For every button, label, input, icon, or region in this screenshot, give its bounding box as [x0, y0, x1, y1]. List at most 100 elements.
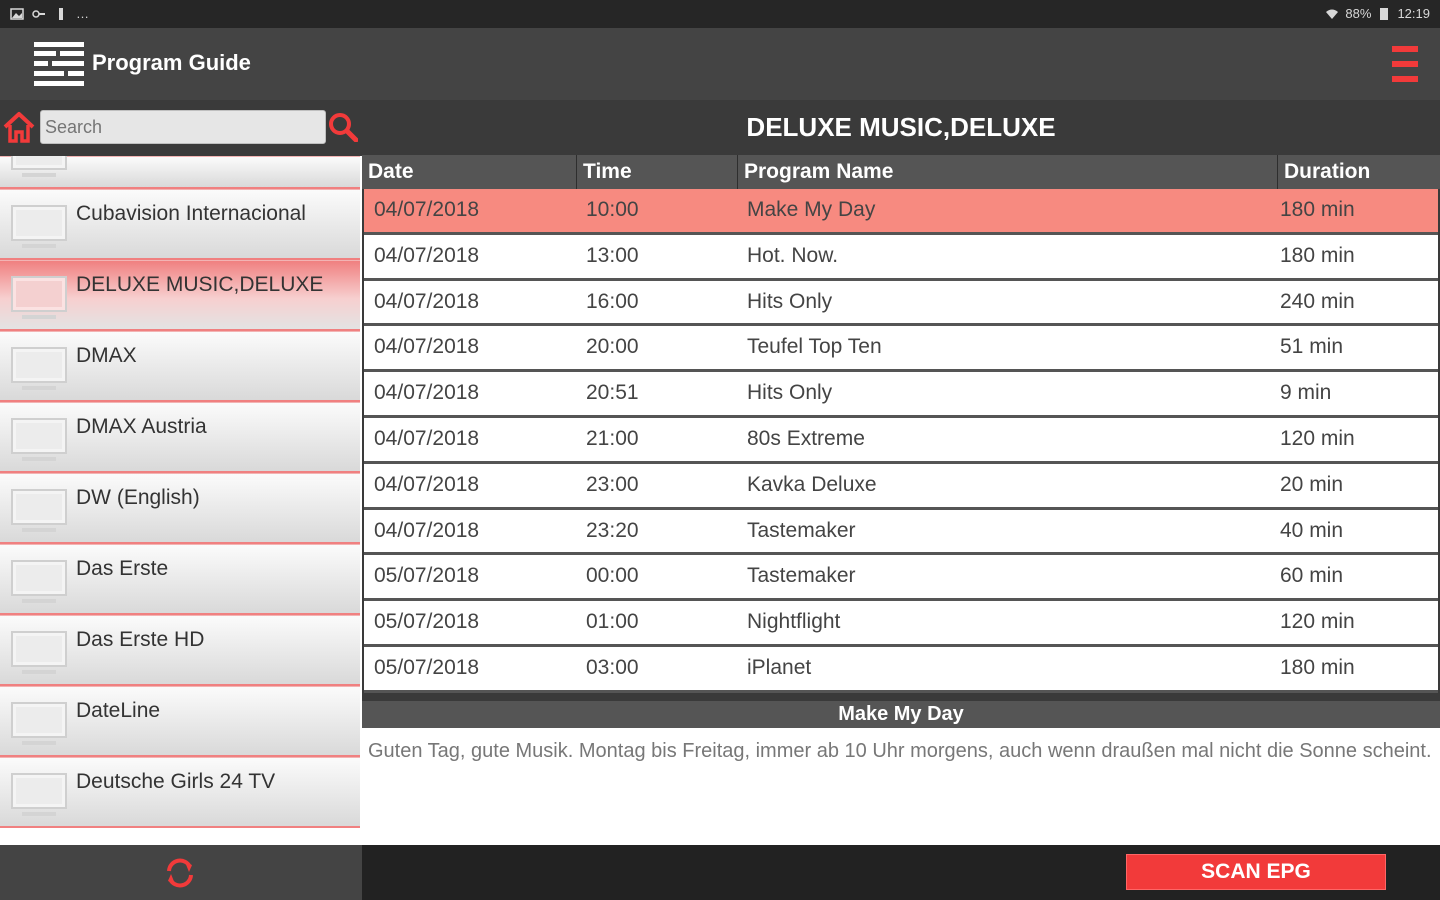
program-row[interactable]: 04/07/2018 23:00 Kavka Deluxe 20 min — [364, 463, 1438, 510]
cell-time: 23:00 — [586, 472, 639, 496]
image-notification-icon — [10, 7, 24, 20]
channel-list-item[interactable]: Das Erste HD — [0, 615, 360, 686]
cell-duration: 20 min — [1280, 472, 1344, 496]
usb-notification-icon — [59, 7, 63, 20]
cell-time: 03:00 — [586, 655, 639, 679]
program-row[interactable]: 04/07/2018 21:00 80s Extreme 120 min — [364, 417, 1438, 464]
column-header-time: Time — [576, 155, 736, 189]
cell-time: 13:00 — [586, 243, 639, 267]
channel-list-item[interactable]: DMAX Austria — [0, 402, 360, 473]
cell-duration: 240 min — [1280, 289, 1355, 313]
tv-icon — [11, 418, 67, 461]
cell-program-name: Teufel Top Ten — [747, 335, 882, 359]
channel-list-item[interactable]: Das Erste — [0, 544, 360, 615]
status-bar: … 88% 12:19 — [0, 0, 1440, 28]
wifi-icon — [1326, 9, 1339, 19]
program-guide-panel: DELUXE MUSIC,DELUXE Date Time Program Na… — [362, 100, 1440, 845]
program-row[interactable]: 05/07/2018 03:00 iPlanet 180 min — [364, 646, 1438, 693]
column-header-date: Date — [368, 160, 414, 183]
cell-duration: 60 min — [1280, 564, 1344, 588]
program-row[interactable]: 04/07/2018 13:00 Hot. Now. 180 min — [364, 234, 1438, 281]
status-bar-system: 88% 12:19 — [1325, 6, 1430, 21]
cell-duration: 180 min — [1280, 198, 1355, 221]
channel-name: DELUXE MUSIC,DELUXE — [76, 273, 324, 296]
channel-list-item[interactable]: DMAX — [0, 331, 360, 402]
channel-list: Cubavision Internacional DELUXE MUSIC,DE… — [0, 156, 362, 845]
channel-name: Das Erste HD — [76, 628, 205, 651]
tv-icon — [11, 773, 67, 816]
program-row[interactable]: 04/07/2018 23:20 Tastemaker 40 min — [364, 509, 1438, 556]
search-icon[interactable] — [328, 112, 358, 142]
program-guide-logo-icon — [34, 42, 84, 86]
cell-time: 20:51 — [586, 381, 639, 405]
cell-duration: 180 min — [1280, 243, 1355, 267]
cell-duration: 51 min — [1280, 335, 1344, 359]
cell-time: 00:00 — [586, 564, 639, 588]
cell-program-name: Tastemaker — [747, 518, 856, 542]
cell-duration: 180 min — [1280, 655, 1355, 679]
cell-time: 10:00 — [586, 198, 639, 221]
cell-date: 04/07/2018 — [374, 198, 480, 221]
tv-icon — [11, 276, 67, 319]
channel-panel-footer — [0, 845, 362, 900]
channel-list-item[interactable]: Deutsche Girls 24 TV — [0, 757, 360, 828]
cell-date: 04/07/2018 — [374, 518, 480, 542]
refresh-icon[interactable] — [164, 857, 196, 889]
program-table-header: Date Time Program Name Duration — [362, 155, 1440, 189]
cell-program-name: iPlanet — [747, 655, 812, 679]
channel-name: Deutsche Girls 24 TV — [76, 770, 276, 793]
cell-date: 04/07/2018 — [374, 335, 480, 359]
cell-program-name: Hits Only — [747, 289, 833, 313]
cell-time: 16:00 — [586, 289, 639, 313]
program-row-selected[interactable]: 04/07/2018 10:00 Make My Day 180 min — [364, 189, 1438, 235]
tv-icon — [11, 489, 67, 532]
status-bar-notifications: … — [10, 6, 89, 21]
cell-time: 20:00 — [586, 335, 639, 359]
channel-list-item-selected[interactable]: DELUXE MUSIC,DELUXE — [0, 260, 360, 331]
scan-epg-button[interactable]: SCAN EPG — [1126, 854, 1386, 890]
program-row[interactable]: 05/07/2018 01:00 Nightflight 120 min — [364, 601, 1438, 647]
column-header-duration: Duration — [1277, 155, 1440, 189]
program-row[interactable]: 05/07/2018 00:00 Tastemaker 60 min — [364, 555, 1438, 602]
tv-icon — [11, 156, 67, 177]
app-title: Program Guide — [92, 50, 251, 75]
channel-name: DW (English) — [76, 486, 200, 509]
home-icon[interactable] — [2, 110, 36, 144]
channel-name: DMAX — [76, 344, 137, 367]
cell-program-name: Tastemaker — [747, 564, 856, 588]
cell-date: 04/07/2018 — [374, 472, 480, 496]
channel-name: Das Erste — [76, 557, 169, 580]
channel-list-item[interactable] — [0, 156, 360, 189]
tv-icon — [11, 205, 67, 248]
cell-duration: 40 min — [1280, 518, 1344, 542]
cell-duration: 120 min — [1280, 610, 1355, 634]
menu-icon[interactable] — [1392, 44, 1418, 84]
clock: 12:19 — [1397, 6, 1430, 21]
channel-list-item[interactable]: DW (English) — [0, 473, 360, 544]
cell-program-name: Nightflight — [747, 610, 841, 634]
program-row[interactable]: 04/07/2018 20:51 Hits Only 9 min — [364, 372, 1438, 418]
program-row[interactable]: 04/07/2018 16:00 Hits Only 240 min — [364, 280, 1438, 327]
cell-program-name: Hits Only — [747, 381, 833, 405]
cell-date: 04/07/2018 — [374, 243, 480, 267]
cell-time: 21:00 — [586, 426, 639, 450]
program-guide-footer: SCAN EPG — [362, 845, 1440, 900]
cell-program-name: 80s Extreme — [747, 426, 865, 450]
cell-duration: 9 min — [1280, 381, 1332, 405]
cell-program-name: Kavka Deluxe — [747, 472, 877, 496]
cell-date: 04/07/2018 — [374, 381, 480, 405]
cell-date: 04/07/2018 — [374, 289, 480, 313]
channel-list-item[interactable]: Cubavision Internacional — [0, 189, 360, 260]
channel-list-item[interactable]: DateLine — [0, 686, 360, 757]
selected-channel-title: DELUXE MUSIC,DELUXE — [746, 112, 1056, 142]
search-input[interactable] — [40, 110, 326, 144]
tv-icon — [11, 702, 67, 745]
program-table: 04/07/2018 10:00 Make My Day 180 min 04/… — [362, 189, 1440, 693]
more-notifications-indicator: … — [76, 6, 89, 21]
cell-program-name: Make My Day — [747, 198, 876, 221]
channel-name: DMAX Austria — [76, 415, 207, 438]
tv-icon — [11, 560, 67, 603]
cell-duration: 120 min — [1280, 426, 1355, 450]
program-row[interactable]: 04/07/2018 20:00 Teufel Top Ten 51 min — [364, 326, 1438, 373]
cell-time: 01:00 — [586, 610, 639, 634]
